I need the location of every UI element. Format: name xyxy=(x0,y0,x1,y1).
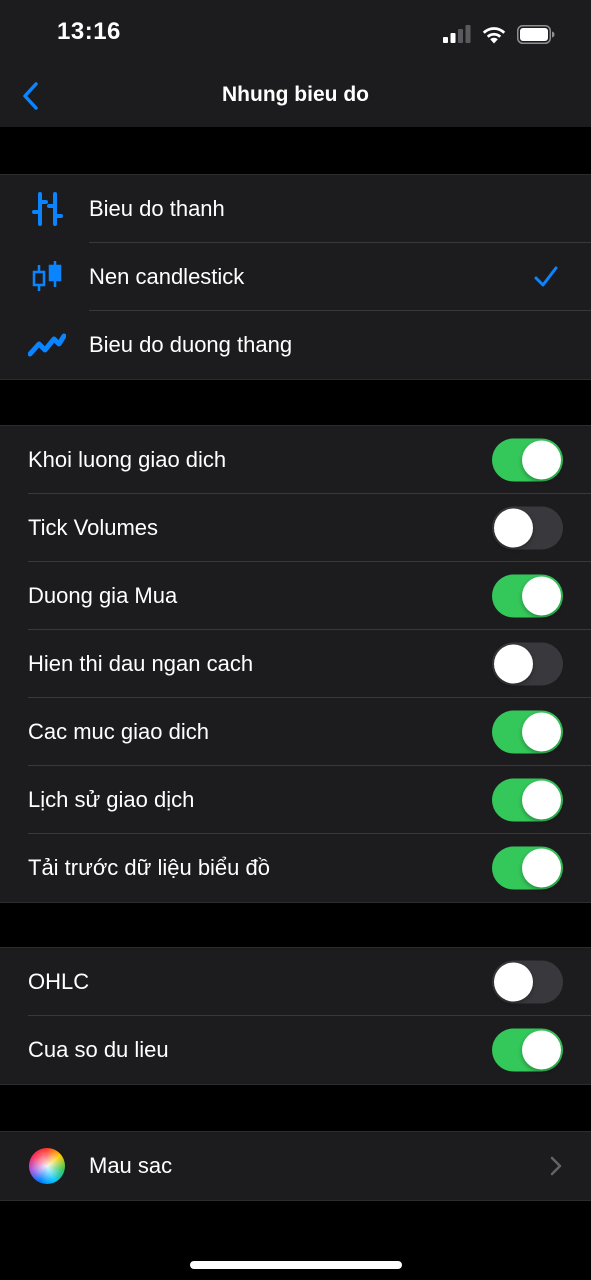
toggle-knob xyxy=(494,962,533,1002)
toggle-knob xyxy=(522,440,561,480)
option-row-ohlc: OHLC xyxy=(0,948,591,1016)
chart-type-label: Bieu do duong thang xyxy=(89,332,293,357)
option-row-tick-volumes: Tick Volumes xyxy=(0,494,591,562)
option-row-separators: Hien thi dau ngan cach xyxy=(0,630,591,698)
option-label: OHLC xyxy=(28,969,90,994)
preload-data-toggle[interactable] xyxy=(492,846,563,890)
toggle-knob xyxy=(522,1030,561,1070)
chevron-right-icon xyxy=(550,1156,562,1176)
page-title: Nhung bieu do xyxy=(222,83,369,106)
colors-group: Mau sac xyxy=(0,1131,591,1201)
data-window-toggle[interactable] xyxy=(492,1028,563,1072)
chart-type-candlestick[interactable]: Nen candlestick xyxy=(0,243,591,311)
window-options-group: OHLC Cua so du lieu xyxy=(0,947,591,1085)
status-bar: 13:16 xyxy=(0,0,591,64)
tick-volumes-toggle[interactable] xyxy=(492,506,563,550)
chart-type-line[interactable]: Bieu do duong thang xyxy=(0,311,591,379)
option-row-trade-history: Lịch sử giao dịch xyxy=(0,766,591,834)
line-chart-icon xyxy=(28,326,66,364)
status-time: 13:16 xyxy=(57,18,121,45)
chart-type-label: Nen candlestick xyxy=(89,264,245,289)
toggle-knob xyxy=(522,848,561,888)
option-label: Lịch sử giao dịch xyxy=(28,787,195,812)
colors-row[interactable]: Mau sac xyxy=(0,1132,591,1200)
trade-levels-toggle[interactable] xyxy=(492,710,563,754)
option-row-bid-line: Duong gia Mua xyxy=(0,562,591,630)
option-label: Tick Volumes xyxy=(28,515,159,540)
battery-icon xyxy=(517,24,555,44)
option-label: Cua so du lieu xyxy=(28,1037,169,1062)
option-label: Khoi luong giao dich xyxy=(28,447,227,472)
trade-history-toggle[interactable] xyxy=(492,778,563,822)
cellular-signal-icon xyxy=(443,25,471,43)
toggle-knob xyxy=(522,576,561,616)
toggle-knob xyxy=(494,644,533,684)
volumes-toggle[interactable] xyxy=(492,438,563,482)
display-options-group: Khoi luong giao dich Tick Volumes Duong … xyxy=(0,425,591,903)
chart-type-label: Bieu do thanh xyxy=(89,196,225,221)
toggle-knob xyxy=(522,712,561,752)
wifi-icon xyxy=(482,26,506,43)
color-wheel-icon xyxy=(28,1147,66,1185)
option-row-preload-data: Tải trước dữ liệu biểu đồ xyxy=(0,834,591,902)
checkmark-icon xyxy=(534,266,558,287)
option-label: Duong gia Mua xyxy=(28,583,178,608)
option-row-data-window: Cua so du lieu xyxy=(0,1016,591,1084)
bid-line-toggle[interactable] xyxy=(492,574,563,618)
navigation-bar: Nhung bieu do xyxy=(0,64,591,127)
option-row-volumes: Khoi luong giao dich xyxy=(0,426,591,494)
bar-chart-icon xyxy=(28,190,66,228)
home-indicator xyxy=(190,1261,402,1269)
chart-type-group: Bieu do thanh Nen candlestick Bieu do du… xyxy=(0,174,591,380)
option-label: Hien thi dau ngan cach xyxy=(28,651,254,676)
option-label: Cac muc giao dich xyxy=(28,719,209,744)
candlestick-icon xyxy=(28,258,66,296)
toggle-knob xyxy=(494,508,533,548)
toggle-knob xyxy=(522,780,561,820)
colors-label: Mau sac xyxy=(89,1153,173,1178)
separators-toggle[interactable] xyxy=(492,642,563,686)
status-icons xyxy=(443,22,555,46)
ohlc-toggle[interactable] xyxy=(492,960,563,1004)
option-row-trade-levels: Cac muc giao dich xyxy=(0,698,591,766)
option-label: Tải trước dữ liệu biểu đồ xyxy=(28,855,270,880)
chart-type-bar[interactable]: Bieu do thanh xyxy=(0,175,591,243)
